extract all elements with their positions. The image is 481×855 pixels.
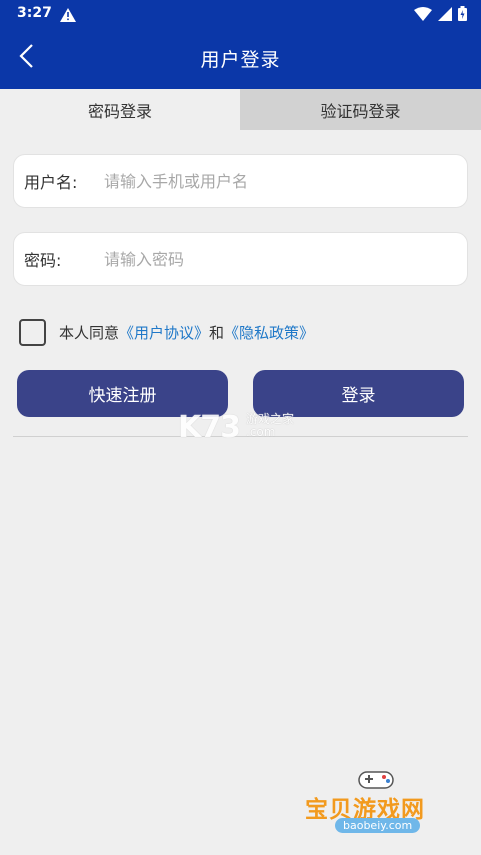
agreement-prefix: 本人同意 xyxy=(59,323,120,342)
status-time: 3:27 xyxy=(17,5,52,21)
login-button[interactable]: 登录 xyxy=(253,370,464,417)
username-field: 用户名: xyxy=(13,154,468,208)
password-input[interactable] xyxy=(104,244,455,274)
login-tabs: 密码登录 验证码登录 xyxy=(0,89,481,130)
status-bar: 3:27 xyxy=(0,0,481,28)
battery-icon xyxy=(458,6,467,25)
password-label: 密码: xyxy=(24,251,62,270)
baobei-watermark-url: baobeiy.com xyxy=(335,818,421,833)
password-field: 密码: xyxy=(13,232,468,286)
tab-code-login[interactable]: 验证码登录 xyxy=(240,89,481,130)
status-icons xyxy=(414,6,467,25)
agreement-text: 本人同意《用户协议》和《隐私政策》 xyxy=(59,322,314,343)
k73-watermark-sub: 游戏之家 .com xyxy=(246,413,294,439)
wifi-icon xyxy=(414,6,432,25)
user-agreement-link[interactable]: 《用户协议》 xyxy=(119,324,209,342)
page-title: 用户登录 xyxy=(200,49,281,71)
app-bar: 用户登录 xyxy=(0,28,481,89)
tab-password-login[interactable]: 密码登录 xyxy=(0,89,240,130)
username-label: 用户名: xyxy=(24,173,78,192)
username-input[interactable] xyxy=(104,166,455,196)
agreement-conjunction: 和 xyxy=(209,323,225,342)
signal-icon xyxy=(438,6,452,25)
divider xyxy=(13,436,468,437)
warning-icon xyxy=(60,7,76,26)
privacy-policy-link[interactable]: 《隐私政策》 xyxy=(224,324,314,342)
agreement-checkbox[interactable] xyxy=(19,318,46,346)
k73-watermark: K73 xyxy=(178,410,241,445)
agreement-row: 本人同意《用户协议》和《隐私政策》 xyxy=(19,318,314,346)
baobei-watermark: 宝贝游戏网 baobeiy.com xyxy=(305,768,445,848)
k73-watermark-domain: .com xyxy=(246,425,276,439)
